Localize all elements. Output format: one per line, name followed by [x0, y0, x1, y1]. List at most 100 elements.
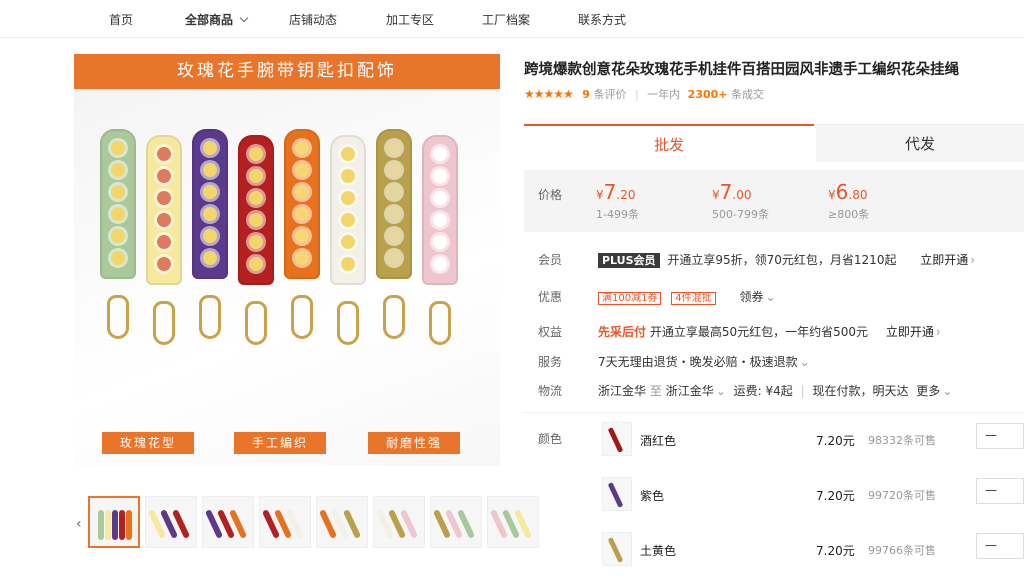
flower-knot — [157, 257, 171, 271]
service-label: 服务 — [538, 355, 563, 369]
color-swatch-image[interactable] — [602, 532, 632, 566]
minus-icon[interactable]: — — [985, 483, 997, 497]
service-text[interactable]: 7天无理由退货・晚发必赔・极速退款 — [598, 355, 798, 369]
flower-knot — [203, 163, 217, 177]
color-price: 7.20元 — [816, 489, 855, 503]
flower-knot — [249, 147, 263, 161]
thumb-strap — [119, 510, 125, 540]
thumbnail-image[interactable] — [430, 496, 482, 548]
flower-knot — [111, 207, 125, 221]
discount-row: 优惠 满100减1券 4件混批 领券 ⌄ — [538, 288, 1018, 306]
price-int: 6 — [835, 180, 849, 204]
chevron-down-icon: ⌄ — [715, 384, 726, 398]
nav-processing[interactable]: 加工专区 — [386, 11, 434, 28]
wristband-strap — [146, 135, 182, 285]
ship-from: 浙江金华 — [598, 384, 647, 398]
review-count[interactable]: 9 — [582, 88, 590, 101]
price-range: ≥800条 — [828, 208, 870, 221]
quantity-stepper[interactable]: — — [976, 423, 1024, 449]
rights-text: 开通立享最高50元红包，一年约省500元 — [649, 325, 869, 339]
divider: | — [800, 384, 805, 398]
member-open-link[interactable]: 立即开通 — [920, 253, 968, 267]
tab-wholesale[interactable]: 批发 — [524, 124, 814, 162]
price-range: 1-499条 — [596, 208, 639, 221]
quantity-stepper[interactable]: — — [976, 533, 1024, 559]
plus-member-badge: PLUS会员 — [598, 253, 660, 268]
feature-tag-handmade: 手工编织 — [234, 432, 326, 454]
currency-symbol: ¥ — [828, 188, 836, 202]
color-swatch-image[interactable] — [602, 477, 632, 511]
thumbnail-image[interactable] — [202, 496, 254, 548]
color-name: 酒红色 — [640, 434, 677, 448]
review-label: 条评价 — [593, 88, 627, 101]
main-product-image[interactable]: 玫瑰花手腕带钥匙扣配饰 玫瑰花型 手工编织 耐磨性强 — [74, 54, 500, 466]
flower-knot — [157, 169, 171, 183]
thumb-strap — [133, 510, 138, 540]
wristband-strap — [192, 129, 228, 279]
flower-knot — [295, 229, 309, 243]
thumbnail-image[interactable] — [316, 496, 368, 548]
flower-knot — [341, 147, 355, 161]
flower-knot — [203, 141, 217, 155]
wristband-strap — [422, 135, 458, 285]
thumb-strap — [98, 510, 104, 540]
metal-clasp — [199, 295, 221, 339]
flower-knot — [341, 191, 355, 205]
thumbnail-image[interactable] — [88, 496, 140, 548]
flower-knot — [433, 213, 447, 227]
get-coupon-link[interactable]: 领券 — [739, 290, 763, 304]
flower-knot — [341, 235, 355, 249]
nav-home[interactable]: 首页 — [109, 11, 133, 28]
wristband-strap — [238, 135, 274, 285]
more-link[interactable]: 更多 — [916, 384, 940, 398]
nav-factory[interactable]: 工厂档案 — [482, 11, 530, 28]
rights-label: 权益 — [538, 325, 563, 339]
wristband-strap — [376, 129, 412, 279]
member-label: 会员 — [538, 253, 563, 267]
chevron-left-icon[interactable]: ‹ — [76, 516, 82, 532]
flower-knot — [341, 169, 355, 183]
price-label: 价格 — [538, 188, 563, 202]
color-name: 紫色 — [640, 489, 665, 503]
thumbnail-image[interactable] — [145, 496, 197, 548]
color-price: 7.20元 — [816, 434, 855, 448]
flower-knot — [295, 141, 309, 155]
price-dec: .20 — [616, 188, 636, 202]
flower-knot — [433, 257, 447, 271]
rights-open-link[interactable]: 立即开通 — [886, 325, 934, 339]
ship-to-select[interactable]: 浙江金华 — [666, 384, 714, 398]
nav-contact[interactable]: 联系方式 — [578, 11, 626, 28]
thumb-strap — [105, 510, 111, 540]
flower-knot — [341, 257, 355, 271]
flower-knot — [111, 229, 125, 243]
chevron-down-icon: ⌄ — [765, 290, 776, 304]
tab-dropship[interactable]: 代发 — [816, 124, 1024, 162]
price-dec: .00 — [732, 188, 752, 202]
price-box: 价格 ¥7.20 1-499条 ¥7.00 500-799条 ¥6.80 ≥80… — [524, 170, 1024, 232]
thumbnail-image[interactable] — [259, 496, 311, 548]
flower-knot — [111, 163, 125, 177]
chevron-down-icon — [239, 13, 249, 23]
quantity-stepper[interactable]: — — [976, 478, 1024, 504]
delivery-time: 现在付款，明天达 — [812, 384, 909, 398]
color-name: 土黄色 — [640, 544, 677, 558]
pay-later-label: 先采后付 — [598, 325, 647, 339]
minus-icon[interactable]: — — [985, 428, 997, 442]
nav-store-news[interactable]: 店铺动态 — [289, 11, 337, 28]
nav-all-products[interactable]: 全部商品 — [185, 11, 249, 28]
swatch-strap — [607, 482, 624, 508]
color-swatch-image[interactable] — [602, 422, 632, 456]
flower-knot — [433, 169, 447, 183]
flower-knot — [203, 207, 217, 221]
flower-knot — [157, 235, 171, 249]
price-range: 500-799条 — [712, 208, 769, 221]
metal-clasp — [383, 295, 405, 339]
thumbnail-image[interactable] — [373, 496, 425, 548]
flower-knot — [249, 169, 263, 183]
rights-row: 权益 先采后付 开通立享最高50元红包，一年约省500元 立即开通 › — [538, 323, 1018, 341]
flower-knot — [249, 257, 263, 271]
mix-batch-badge: 4件混批 — [671, 292, 716, 305]
thumb-strap — [126, 510, 132, 540]
minus-icon[interactable]: — — [985, 538, 997, 552]
flower-knot — [203, 251, 217, 265]
